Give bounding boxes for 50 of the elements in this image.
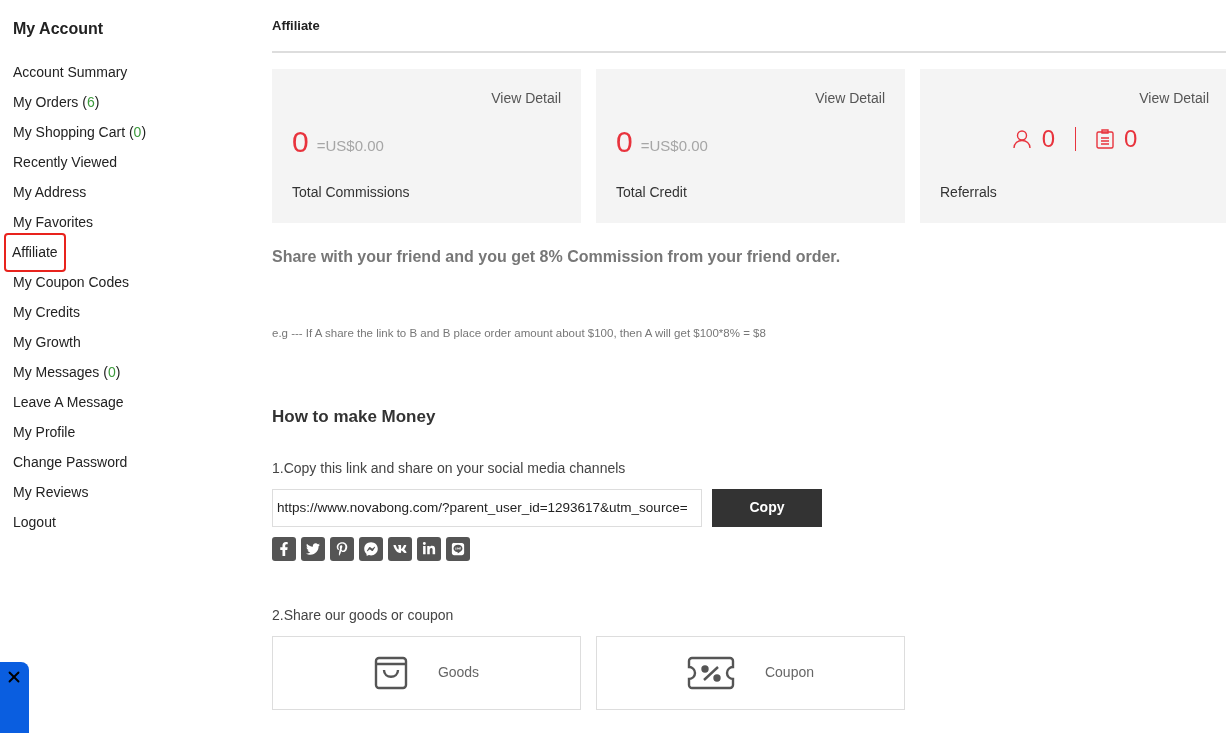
twitter-icon[interactable] [301,536,325,561]
share-option-button[interactable]: Coupon [596,635,905,710]
sidebar-link[interactable]: My Coupon Codes [13,271,129,293]
sidebar-link[interactable]: My Messages (0) [13,361,121,383]
commission-headline: Share with your friend and you get 8% Commission from your friend order. [272,247,842,267]
sidebar-link[interactable]: My Orders (6) [13,91,100,113]
referral-link-field[interactable]: https://www.novabong.com/?parent_user_id=1293617&utm_source= [272,488,702,527]
step-text: 2.Share our goods or coupon [272,605,455,625]
user-icon [1011,129,1032,149]
sidebar-link[interactable]: My Growth [13,331,81,353]
amount-equivalent: =US$0.00 [640,135,708,156]
sidebar-title: My Account [13,19,105,39]
step-text: 1.Copy this link and share on your social media channels [272,458,627,478]
section-title: How to make Money [272,406,437,429]
sidebar-link[interactable]: My Profile [13,421,76,443]
users-count: 0 [1041,124,1055,154]
chat-bubble-icon[interactable] [446,536,470,561]
sidebar-link[interactable]: My Shopping Cart (0) [13,121,147,143]
sidebar-link[interactable]: Affiliate [6,234,64,270]
example-text: e.g --- If A share the link to B and B place order amount about $100, then A will get $100*8% = $8 [272,326,767,341]
sidebar-link[interactable]: My Reviews [13,481,89,503]
clipboard-icon [1096,129,1114,149]
pinterest-icon[interactable] [330,536,354,561]
linkedin-icon[interactable] [417,536,441,561]
view-detail-link[interactable]: View Detail [491,88,561,109]
amount-value: 0 [616,127,633,157]
sidebar-link[interactable]: My Credits [13,301,80,323]
sidebar-link[interactable]: Leave A Message [13,391,124,413]
share-option-button[interactable]: Goods [272,635,581,710]
sidebar-link[interactable]: Account Summary [13,61,128,83]
vk-icon[interactable] [388,536,412,561]
card-label: Referrals [940,183,998,202]
shopping-bag-icon [373,655,408,690]
sidebar-link[interactable]: Logout [13,511,56,533]
view-detail-link[interactable]: View Detail [1139,88,1209,109]
amount-equivalent: =US$0.00 [316,135,384,156]
coupon-icon [686,655,735,690]
amount-value: 0 [292,127,309,157]
page-title: Affiliate [272,16,320,35]
messenger-icon[interactable] [359,536,383,561]
facebook-icon[interactable] [272,536,296,561]
sidebar-link[interactable]: My Address [13,181,87,203]
sidebar-link[interactable]: Recently Viewed [13,151,118,173]
sidebar-link[interactable]: My Favorites [13,211,94,233]
card-label: Total Commissions [292,183,411,202]
sidebar-link[interactable]: Change Password [13,451,128,473]
card-label: Total Credit [616,183,688,202]
orders-count: 0 [1124,124,1138,154]
view-detail-link[interactable]: View Detail [815,88,885,109]
copy-button[interactable]: Copy [712,488,822,527]
